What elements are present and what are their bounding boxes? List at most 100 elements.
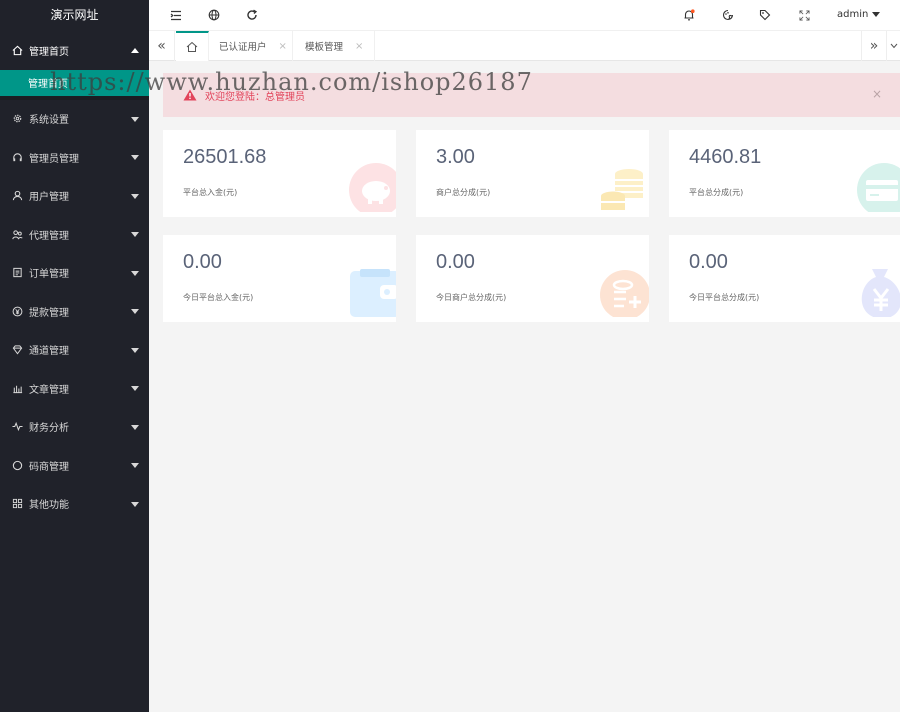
wallet-icon <box>350 269 396 317</box>
order-icon <box>11 267 23 279</box>
chevron-down-icon <box>131 116 139 122</box>
sidebar-item-label: 财务分析 <box>29 423 69 435</box>
piggy-bank-icon <box>349 163 396 212</box>
tab-home[interactable] <box>176 31 209 61</box>
sidebar-submenu: 管理首页 <box>0 69 149 100</box>
article-icon <box>11 382 23 394</box>
tabs-next-button[interactable]: » <box>861 31 887 61</box>
chevron-down-icon <box>131 501 139 507</box>
sidebar-item-label: 订单管理 <box>29 269 69 281</box>
sidebar-item-other-functions[interactable]: 其他功能 <box>0 485 149 524</box>
apps-icon <box>11 498 23 510</box>
chevron-down-icon <box>131 309 139 315</box>
stat-value: 3.00 <box>436 146 475 168</box>
fullscreen-icon[interactable] <box>797 8 811 22</box>
chevron-down-icon <box>131 193 139 199</box>
sidebar-item-label: 提款管理 <box>29 307 69 319</box>
chevron-up-icon <box>131 48 139 54</box>
diamond-icon <box>11 344 23 356</box>
stat-card-platform-total-share: 4460.81 平台总分成(元) <box>669 130 900 217</box>
sidebar-subitem-home[interactable]: 管理首页 <box>0 69 149 96</box>
chevron-down-icon <box>131 232 139 238</box>
chevron-down-icon <box>131 347 139 353</box>
home-icon <box>11 44 23 56</box>
sidebar-item-order-management[interactable]: 订单管理 <box>0 254 149 293</box>
sidebar-item-user-management[interactable]: 用户管理 <box>0 177 149 216</box>
stat-card-today-platform-deposit: 0.00 今日平台总入金(元) <box>163 235 396 322</box>
refresh-icon[interactable] <box>245 8 259 22</box>
chevron-down-icon <box>131 463 139 469</box>
welcome-alert: 欢迎您登陆：总管理员 × <box>163 73 900 117</box>
tab-close-icon[interactable]: × <box>279 41 287 52</box>
sidebar-item-code-merchant-management[interactable]: 码商管理 <box>0 446 149 485</box>
welcome-text: 欢迎您登陆：总管理员 <box>205 91 305 103</box>
home-icon <box>186 41 198 52</box>
coin-plus-icon <box>600 270 649 317</box>
stat-label: 今日商户总分成(元) <box>436 293 507 302</box>
theme-icon[interactable] <box>721 8 735 22</box>
user-menu[interactable]: admin <box>837 9 881 20</box>
circle-icon <box>11 459 23 471</box>
sidebar-item-label: 代理管理 <box>29 230 69 242</box>
stat-value: 4460.81 <box>689 146 762 168</box>
sidebar-item-label: 用户管理 <box>29 192 69 204</box>
warning-icon <box>183 89 197 101</box>
sidebar-item-system-settings[interactable]: 系统设置 <box>0 100 149 139</box>
sidebar-logo[interactable]: 演示网址 <box>0 0 149 31</box>
sidebar-item-channel-management[interactable]: 通道管理 <box>0 331 149 370</box>
chevron-down-icon <box>131 386 139 392</box>
sidebar-item-financial-analysis[interactable]: 财务分析 <box>0 408 149 447</box>
agent-icon <box>11 228 23 240</box>
coins-icon <box>601 169 643 210</box>
stat-value: 0.00 <box>689 251 728 273</box>
stat-label: 平台总入金(元) <box>183 188 238 197</box>
sidebar-item-label: 码商管理 <box>29 461 69 473</box>
sidebar-item-label: 其他功能 <box>29 500 69 512</box>
gear-icon <box>11 113 23 125</box>
globe-icon[interactable] <box>207 8 221 22</box>
stat-card-merchant-total-share: 3.00 商户总分成(元) <box>416 130 649 217</box>
stat-label: 今日平台总入金(元) <box>183 293 254 302</box>
stat-value: 26501.68 <box>183 146 267 168</box>
money-bag-icon <box>861 269 900 317</box>
tag-icon[interactable] <box>758 8 772 22</box>
tab-label: 已认证用户 <box>219 42 267 53</box>
sidebar-subitem-label: 管理首页 <box>28 79 68 90</box>
tab-template-management[interactable]: 模板管理 × <box>295 31 375 61</box>
stat-card-today-platform-share: 0.00 今日平台总分成(元) <box>669 235 900 322</box>
sidebar: 演示网址 管理首页 管理首页 系统设置 管理员管理 用户管理 代理管理 订单管理… <box>0 0 149 712</box>
bell-icon[interactable] <box>682 8 696 22</box>
chevron-down-icon <box>131 270 139 276</box>
sidebar-item-admin-management[interactable]: 管理员管理 <box>0 138 149 177</box>
stat-label: 今日平台总分成(元) <box>689 293 760 302</box>
card-icon <box>857 163 900 212</box>
stat-card-today-merchant-share: 0.00 今日商户总分成(元) <box>416 235 649 322</box>
alert-close-button[interactable]: × <box>872 87 882 101</box>
stat-card-platform-total-deposit: 26501.68 平台总入金(元) <box>163 130 396 217</box>
stat-value: 0.00 <box>183 251 222 273</box>
sidebar-item-home[interactable]: 管理首页 <box>0 31 149 70</box>
sidebar-item-article-management[interactable]: 文章管理 <box>0 369 149 408</box>
headset-icon <box>11 151 23 163</box>
pulse-icon <box>11 421 23 433</box>
page-tabs: « 已认证用户 × 模板管理 × » <box>149 31 900 61</box>
top-header: admin <box>149 0 900 31</box>
chevron-down-icon <box>131 155 139 161</box>
tab-label: 模板管理 <box>305 42 344 53</box>
sidebar-menu: 管理首页 管理首页 系统设置 管理员管理 用户管理 代理管理 订单管理 提款管理… <box>0 31 149 523</box>
sidebar-item-label: 通道管理 <box>29 346 69 358</box>
user-icon <box>11 190 23 202</box>
sidebar-item-label: 系统设置 <box>29 115 69 127</box>
tab-verified-users[interactable]: 已认证用户 × <box>209 31 293 61</box>
chevron-down-icon <box>872 12 881 17</box>
menu-toggle-icon[interactable] <box>169 8 183 22</box>
yen-icon <box>11 305 23 317</box>
stat-label: 商户总分成(元) <box>436 188 491 197</box>
tab-close-icon[interactable]: × <box>355 41 363 52</box>
sidebar-item-withdrawal-management[interactable]: 提款管理 <box>0 292 149 331</box>
sidebar-item-agent-management[interactable]: 代理管理 <box>0 215 149 254</box>
stat-value: 0.00 <box>436 251 475 273</box>
tabs-dropdown-button[interactable] <box>887 31 900 61</box>
tabs-prev-button[interactable]: « <box>149 31 175 61</box>
chevron-down-icon <box>890 43 897 49</box>
